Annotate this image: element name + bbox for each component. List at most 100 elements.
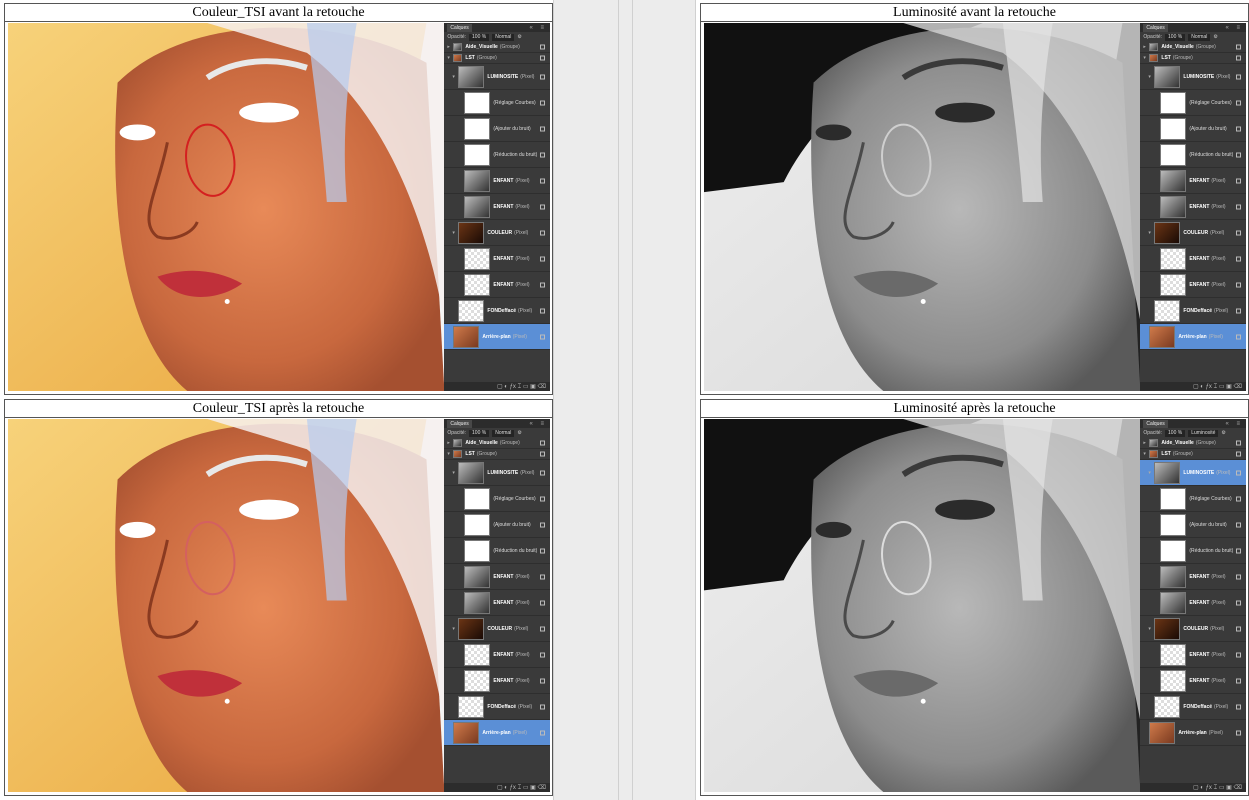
layer-row[interactable]: FONDeffacé (Pixel) bbox=[444, 694, 550, 720]
blend-mode-select[interactable]: Normal bbox=[492, 429, 515, 437]
visibility-checkbox[interactable] bbox=[540, 704, 545, 709]
visibility-checkbox[interactable] bbox=[540, 451, 545, 457]
layer-row[interactable]: ENFANT (Pixel) bbox=[444, 168, 550, 194]
visibility-checkbox[interactable] bbox=[540, 204, 545, 209]
layer-row[interactable]: ENFANT (Pixel) bbox=[444, 194, 550, 220]
visibility-checkbox[interactable] bbox=[540, 548, 545, 553]
opacity-field[interactable]: 100 % bbox=[1165, 429, 1186, 437]
layer-row[interactable]: FONDeffacé (Pixel) bbox=[1140, 694, 1246, 720]
layer-row[interactable]: ENFANT (Pixel) bbox=[444, 246, 550, 272]
layer-tools-icons[interactable]: ▢ ◐ ƒx ⌶ ▭ ▣ ⌫ bbox=[1193, 383, 1242, 391]
visibility-checkbox[interactable] bbox=[1236, 334, 1241, 339]
layer-row[interactable]: ENFANT (Pixel) bbox=[1140, 194, 1246, 220]
visibility-checkbox[interactable] bbox=[1236, 152, 1241, 157]
layer-row[interactable]: ▾ LUMINOSITE (Pixel) bbox=[1140, 64, 1246, 90]
layer-row[interactable]: ENFANT (Pixel) bbox=[1140, 642, 1246, 668]
visibility-checkbox[interactable] bbox=[540, 282, 545, 287]
layer-row[interactable]: (Réglage Courbes) bbox=[1140, 486, 1246, 512]
visibility-checkbox[interactable] bbox=[540, 470, 545, 475]
layer-tools-icons[interactable]: ▢ ◐ ƒx ⌶ ▭ ▣ ⌫ bbox=[497, 784, 546, 792]
visibility-checkbox[interactable] bbox=[540, 152, 545, 157]
layer-row[interactable]: Arrière-plan (Pixel) bbox=[1140, 720, 1246, 746]
visibility-checkbox[interactable] bbox=[1236, 204, 1241, 209]
layer-row[interactable]: ▾ COULEUR (Pixel) bbox=[1140, 220, 1246, 246]
visibility-checkbox[interactable] bbox=[1236, 178, 1241, 183]
layer-row[interactable]: (Ajouter du bruit) bbox=[444, 512, 550, 538]
blend-mode-select[interactable]: Normal bbox=[492, 33, 515, 41]
layer-row[interactable]: ▾ COULEUR (Pixel) bbox=[444, 220, 550, 246]
layer-row[interactable]: Arrière-plan (Pixel) bbox=[444, 720, 550, 746]
layer-row[interactable]: ENFANT (Pixel) bbox=[1140, 668, 1246, 694]
layer-row[interactable]: ENFANT (Pixel) bbox=[444, 564, 550, 590]
tab-calques[interactable]: Calques bbox=[1143, 419, 1168, 428]
visibility-checkbox[interactable] bbox=[1236, 522, 1241, 527]
visibility-checkbox[interactable] bbox=[540, 74, 545, 79]
gear-icon[interactable]: ⚙ bbox=[517, 430, 521, 436]
visibility-checkbox[interactable] bbox=[1236, 678, 1241, 683]
visibility-checkbox[interactable] bbox=[540, 230, 545, 235]
layer-row[interactable]: ▾ LST (Groupe) bbox=[444, 449, 550, 460]
layer-row[interactable]: ▸ Aide_Visuelle (Groupe) bbox=[1140, 438, 1246, 449]
visibility-checkbox[interactable] bbox=[1236, 440, 1241, 446]
visibility-checkbox[interactable] bbox=[540, 55, 545, 61]
visibility-checkbox[interactable] bbox=[540, 678, 545, 683]
layer-row[interactable]: ▾ LST (Groupe) bbox=[1140, 449, 1246, 460]
layer-row[interactable]: (Réglage Courbes) bbox=[444, 486, 550, 512]
layer-row[interactable]: (Ajouter du bruit) bbox=[1140, 512, 1246, 538]
opacity-field[interactable]: 100 % bbox=[1165, 33, 1186, 41]
gear-icon[interactable]: ⚙ bbox=[1221, 430, 1225, 436]
layer-row[interactable]: ▾ LUMINOSITE (Pixel) bbox=[444, 64, 550, 90]
layer-row[interactable]: ENFANT (Pixel) bbox=[1140, 246, 1246, 272]
visibility-checkbox[interactable] bbox=[1236, 44, 1241, 50]
layer-row[interactable]: (Réduction du bruit) bbox=[1140, 142, 1246, 168]
layer-row[interactable]: ▾ COULEUR (Pixel) bbox=[1140, 616, 1246, 642]
gear-icon[interactable]: ⚙ bbox=[517, 34, 521, 40]
visibility-checkbox[interactable] bbox=[540, 574, 545, 579]
visibility-checkbox[interactable] bbox=[540, 496, 545, 501]
layer-row[interactable]: (Ajouter du bruit) bbox=[1140, 116, 1246, 142]
opacity-field[interactable]: 100 % bbox=[469, 33, 490, 41]
visibility-checkbox[interactable] bbox=[1236, 548, 1241, 553]
panel-menu-icon[interactable]: « ≡ bbox=[529, 421, 547, 427]
visibility-checkbox[interactable] bbox=[1236, 282, 1241, 287]
layer-row[interactable]: ▸ Aide_Visuelle (Groupe) bbox=[444, 438, 550, 449]
visibility-checkbox[interactable] bbox=[1236, 704, 1241, 709]
visibility-checkbox[interactable] bbox=[1236, 730, 1241, 735]
blend-mode-select[interactable]: Luminosité bbox=[1188, 429, 1219, 437]
tab-calques[interactable]: Calques bbox=[447, 23, 472, 32]
visibility-checkbox[interactable] bbox=[1236, 652, 1241, 657]
layer-row[interactable]: ENFANT (Pixel) bbox=[1140, 590, 1246, 616]
layer-row[interactable]: Arrière-plan (Pixel) bbox=[444, 324, 550, 350]
layer-row[interactable]: ENFANT (Pixel) bbox=[1140, 168, 1246, 194]
visibility-checkbox[interactable] bbox=[1236, 626, 1241, 631]
visibility-checkbox[interactable] bbox=[540, 600, 545, 605]
visibility-checkbox[interactable] bbox=[1236, 55, 1241, 61]
layer-row[interactable]: (Réduction du bruit) bbox=[1140, 538, 1246, 564]
layer-row[interactable]: Arrière-plan (Pixel) bbox=[1140, 324, 1246, 350]
panel-menu-icon[interactable]: « ≡ bbox=[1225, 421, 1243, 427]
layer-row[interactable]: ENFANT (Pixel) bbox=[1140, 272, 1246, 298]
visibility-checkbox[interactable] bbox=[540, 440, 545, 446]
layer-row[interactable]: (Réduction du bruit) bbox=[444, 538, 550, 564]
visibility-checkbox[interactable] bbox=[540, 178, 545, 183]
panel-menu-icon[interactable]: « ≡ bbox=[1225, 25, 1243, 31]
visibility-checkbox[interactable] bbox=[540, 626, 545, 631]
layer-row[interactable]: (Réglage Courbes) bbox=[444, 90, 550, 116]
layer-row[interactable]: ▸ Aide_Visuelle (Groupe) bbox=[1140, 42, 1246, 53]
visibility-checkbox[interactable] bbox=[540, 256, 545, 261]
visibility-checkbox[interactable] bbox=[540, 652, 545, 657]
opacity-field[interactable]: 100 % bbox=[469, 429, 490, 437]
layer-row[interactable]: (Réduction du bruit) bbox=[444, 142, 550, 168]
visibility-checkbox[interactable] bbox=[1236, 100, 1241, 105]
visibility-checkbox[interactable] bbox=[540, 308, 545, 313]
layer-row[interactable]: ENFANT (Pixel) bbox=[444, 668, 550, 694]
visibility-checkbox[interactable] bbox=[540, 100, 545, 105]
layer-tools-icons[interactable]: ▢ ◐ ƒx ⌶ ▭ ▣ ⌫ bbox=[497, 383, 546, 391]
visibility-checkbox[interactable] bbox=[1236, 74, 1241, 79]
gear-icon[interactable]: ⚙ bbox=[1213, 34, 1217, 40]
tab-calques[interactable]: Calques bbox=[447, 419, 472, 428]
layer-row[interactable]: ENFANT (Pixel) bbox=[444, 590, 550, 616]
visibility-checkbox[interactable] bbox=[1236, 574, 1241, 579]
layer-row[interactable]: ENFANT (Pixel) bbox=[444, 642, 550, 668]
layer-row[interactable]: (Ajouter du bruit) bbox=[444, 116, 550, 142]
